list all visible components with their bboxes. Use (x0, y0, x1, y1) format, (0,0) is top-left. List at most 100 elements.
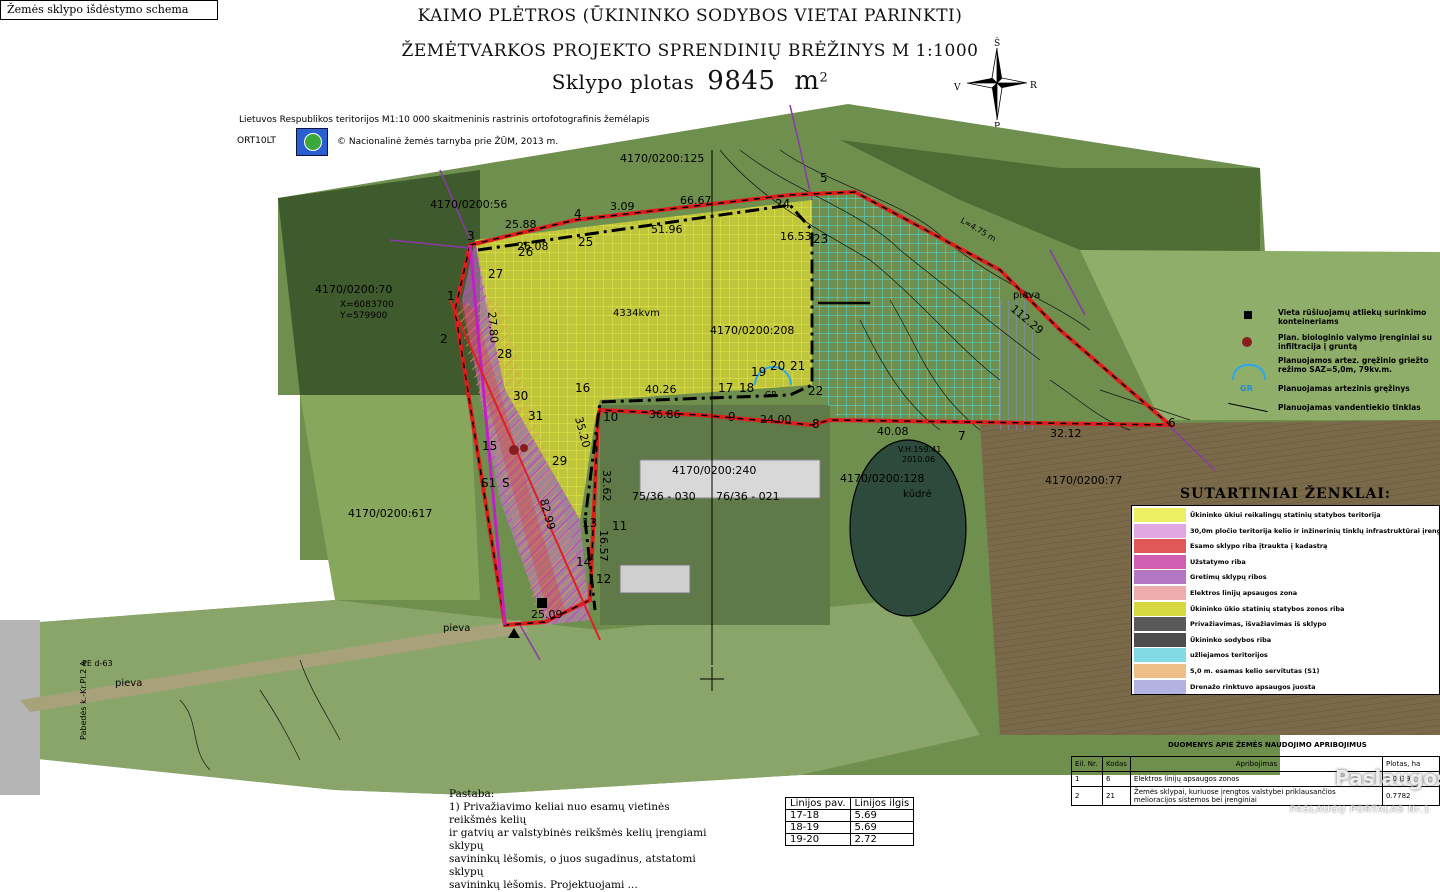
distance-d15: 25.09 (531, 608, 563, 621)
watermark-sub: PASLAUGŲ PORTALAS Nr.1 (1290, 805, 1431, 815)
distance-d1: 51.96 (651, 223, 683, 236)
restrictions-title: DUOMENYS APIE ŽEMĖS NAUDOJIMO APRIBOJIMU… (1168, 741, 1367, 749)
legend-row: užliejamos teritorijos (1132, 647, 1439, 664)
distance-d3: 25.88 (505, 218, 537, 231)
point-label-21: 21 (790, 359, 805, 373)
legend-label: užliejamos teritorijos (1190, 651, 1268, 660)
point-label-9: 9 (728, 410, 736, 424)
legend-artesian-well-text: Planuojamas artezinis gręžinys (1278, 384, 1410, 393)
point-label-27: 27 (488, 267, 503, 281)
note-line-2: ir gatvių ar valstybinės reikšmės kelių … (449, 827, 707, 852)
legend-swatch (1134, 664, 1186, 678)
distance-d7: 24.00 (760, 413, 792, 426)
line-table-header-name: Linijos pav. (785, 797, 851, 810)
legend-label: Esamo sklypo riba įtraukta į kadastrą (1190, 542, 1328, 551)
legend-row: Ūkininko sodybos riba (1132, 632, 1439, 649)
point-label-24: 24 (775, 197, 790, 211)
note-line-4: savininkų lėšomis. Projektuojami ... (449, 879, 638, 891)
legend-label: 5,0 m. esamas kelio servitutas (S1) (1190, 667, 1320, 675)
legend-swatch (1134, 632, 1186, 647)
legend-swatch (1134, 601, 1186, 616)
restrictions-cell: 1 (1071, 771, 1103, 787)
gr-marker-icon: GR (1240, 384, 1253, 393)
point-label-1: 1 (447, 289, 455, 303)
legend-swatch (1134, 570, 1186, 585)
watermark-brand: Paslaugos.lt (1335, 766, 1440, 790)
legend-label: Ūkininko ūkiui reikalingų statinių staty… (1190, 511, 1381, 519)
point-label-6: 6 (1168, 416, 1176, 430)
pond-label: kūdrė (903, 489, 932, 500)
legend-label: Ūkininko sodybos riba (1190, 635, 1272, 644)
distance-d14: 16.57 (597, 530, 610, 562)
y-coord-label: Y=579900 (339, 311, 388, 321)
legend-row: Užstatymo riba (1132, 554, 1439, 571)
parcel-240-label: 4170/0200:240 (672, 464, 756, 477)
dot-marker-icon (1242, 337, 1252, 347)
legend-label: Gretimų sklypų ribos (1190, 573, 1267, 582)
distance-d18: 27.80 (485, 311, 501, 344)
point-label-10: 10 (603, 410, 618, 424)
parcel-128-label: 4170/0200:128 (840, 472, 924, 485)
well-gr-label: GR (765, 390, 777, 399)
distance-d4: 3.09 (610, 200, 635, 213)
restrictions-header: Kodas (1102, 756, 1131, 772)
point-label-19: 19 (751, 365, 766, 379)
distance-d11: 16.53 (780, 230, 812, 243)
distance-d6: 36.86 (649, 408, 681, 421)
note-line-3: savininkų lėšomis, o juos sugadinus, ats… (449, 853, 696, 878)
line-table-cell: 17-18 (785, 809, 851, 822)
point-label-31: 31 (528, 409, 543, 423)
block-label-2: 76/36 - 021 (716, 490, 780, 503)
parcel-77-label: 4170/0200:77 (1045, 474, 1122, 487)
pond (849, 439, 967, 617)
parcel-617-label: 4170/0200:617 (348, 507, 432, 520)
note: Pastaba: 1) Privažiavimo keliai nuo esam… (449, 788, 709, 892)
distance-d12: 26.08 (517, 240, 549, 253)
map[interactable]: 4170/0200:125 4170/0200:56 4170/0200:70 … (0, 0, 1440, 843)
point-label-23: 23 (813, 232, 828, 246)
point-label-29: 29 (552, 454, 567, 468)
restrictions-header: Eil. Nr. (1071, 756, 1103, 772)
legend-swatch (1134, 679, 1186, 694)
point-label-17: 17 (718, 381, 733, 395)
line-length-table: Linijos pav. Linijos ilgis 17-18 5.69 18-1… (785, 797, 915, 846)
legend-well-protection-text: Planuojamos artez. gręžinio griežto reži… (1278, 356, 1429, 374)
parcel-125-label: 4170/0200:125 (620, 152, 704, 165)
treatment-plant-marker-2 (520, 444, 528, 452)
restrictions-cell: 21 (1102, 786, 1131, 806)
line-table-cell: 5.69 (849, 809, 915, 822)
distance-d8: 40.08 (877, 425, 909, 438)
legend-row: Gretimų sklypų ribos (1132, 569, 1439, 586)
point-label-30: 30 (513, 389, 528, 403)
building-small (619, 564, 691, 594)
legend-label: Užstatymo riba (1190, 557, 1246, 566)
legend-swatch (1134, 523, 1186, 538)
x-coord-label: X=6083700 (340, 300, 394, 310)
point-label-8: 8 (812, 417, 820, 431)
meadow-west (300, 395, 480, 600)
legend-swatch (1134, 648, 1186, 663)
legend-row: Privažiavimas, išvažiavimas iš sklypo (1132, 616, 1439, 633)
waste-container-marker (537, 598, 547, 608)
note-heading: Pastaba: (449, 788, 495, 800)
legend-label: Ūkininko ūkio statinių statybos zonos ri… (1190, 604, 1345, 613)
point-label-2: 2 (440, 332, 448, 346)
point-label-7: 7 (958, 429, 966, 443)
legend-row: Esamo sklypo riba įtraukta į kadastrą (1132, 538, 1439, 555)
legend-box: Ūkininko ūkiui reikalingų statinių staty… (1131, 505, 1440, 695)
point-label-16: 16 (575, 381, 590, 395)
legend-swatch (1134, 617, 1186, 632)
point-label-18: 18 (739, 381, 754, 395)
vh-year-label: 2010.06 (902, 455, 935, 464)
distance-d9: 32.12 (1050, 427, 1082, 440)
parcel-70-label: 4170/0200:70 (315, 283, 392, 296)
legend-water-pipe-text: Planuojamas vandentiekio tinklas (1278, 403, 1421, 412)
legend-row: Drenažo rinktuvo apsaugos juosta (1132, 679, 1439, 696)
legend-row: 5,0 m. esamas kelio servitutas (S1) (1132, 663, 1439, 680)
distance-d2: 66.67 (680, 194, 712, 207)
pieva-label-1: pieva (1013, 290, 1040, 301)
legend-row: Ūkininko ūkiui reikalingų statinių staty… (1132, 507, 1439, 524)
legend-row: Ūkininko ūkio statinių statybos zonos ri… (1132, 601, 1439, 618)
restrictions-cell: 2 (1071, 786, 1103, 806)
distance-d5: 40.26 (645, 383, 677, 396)
